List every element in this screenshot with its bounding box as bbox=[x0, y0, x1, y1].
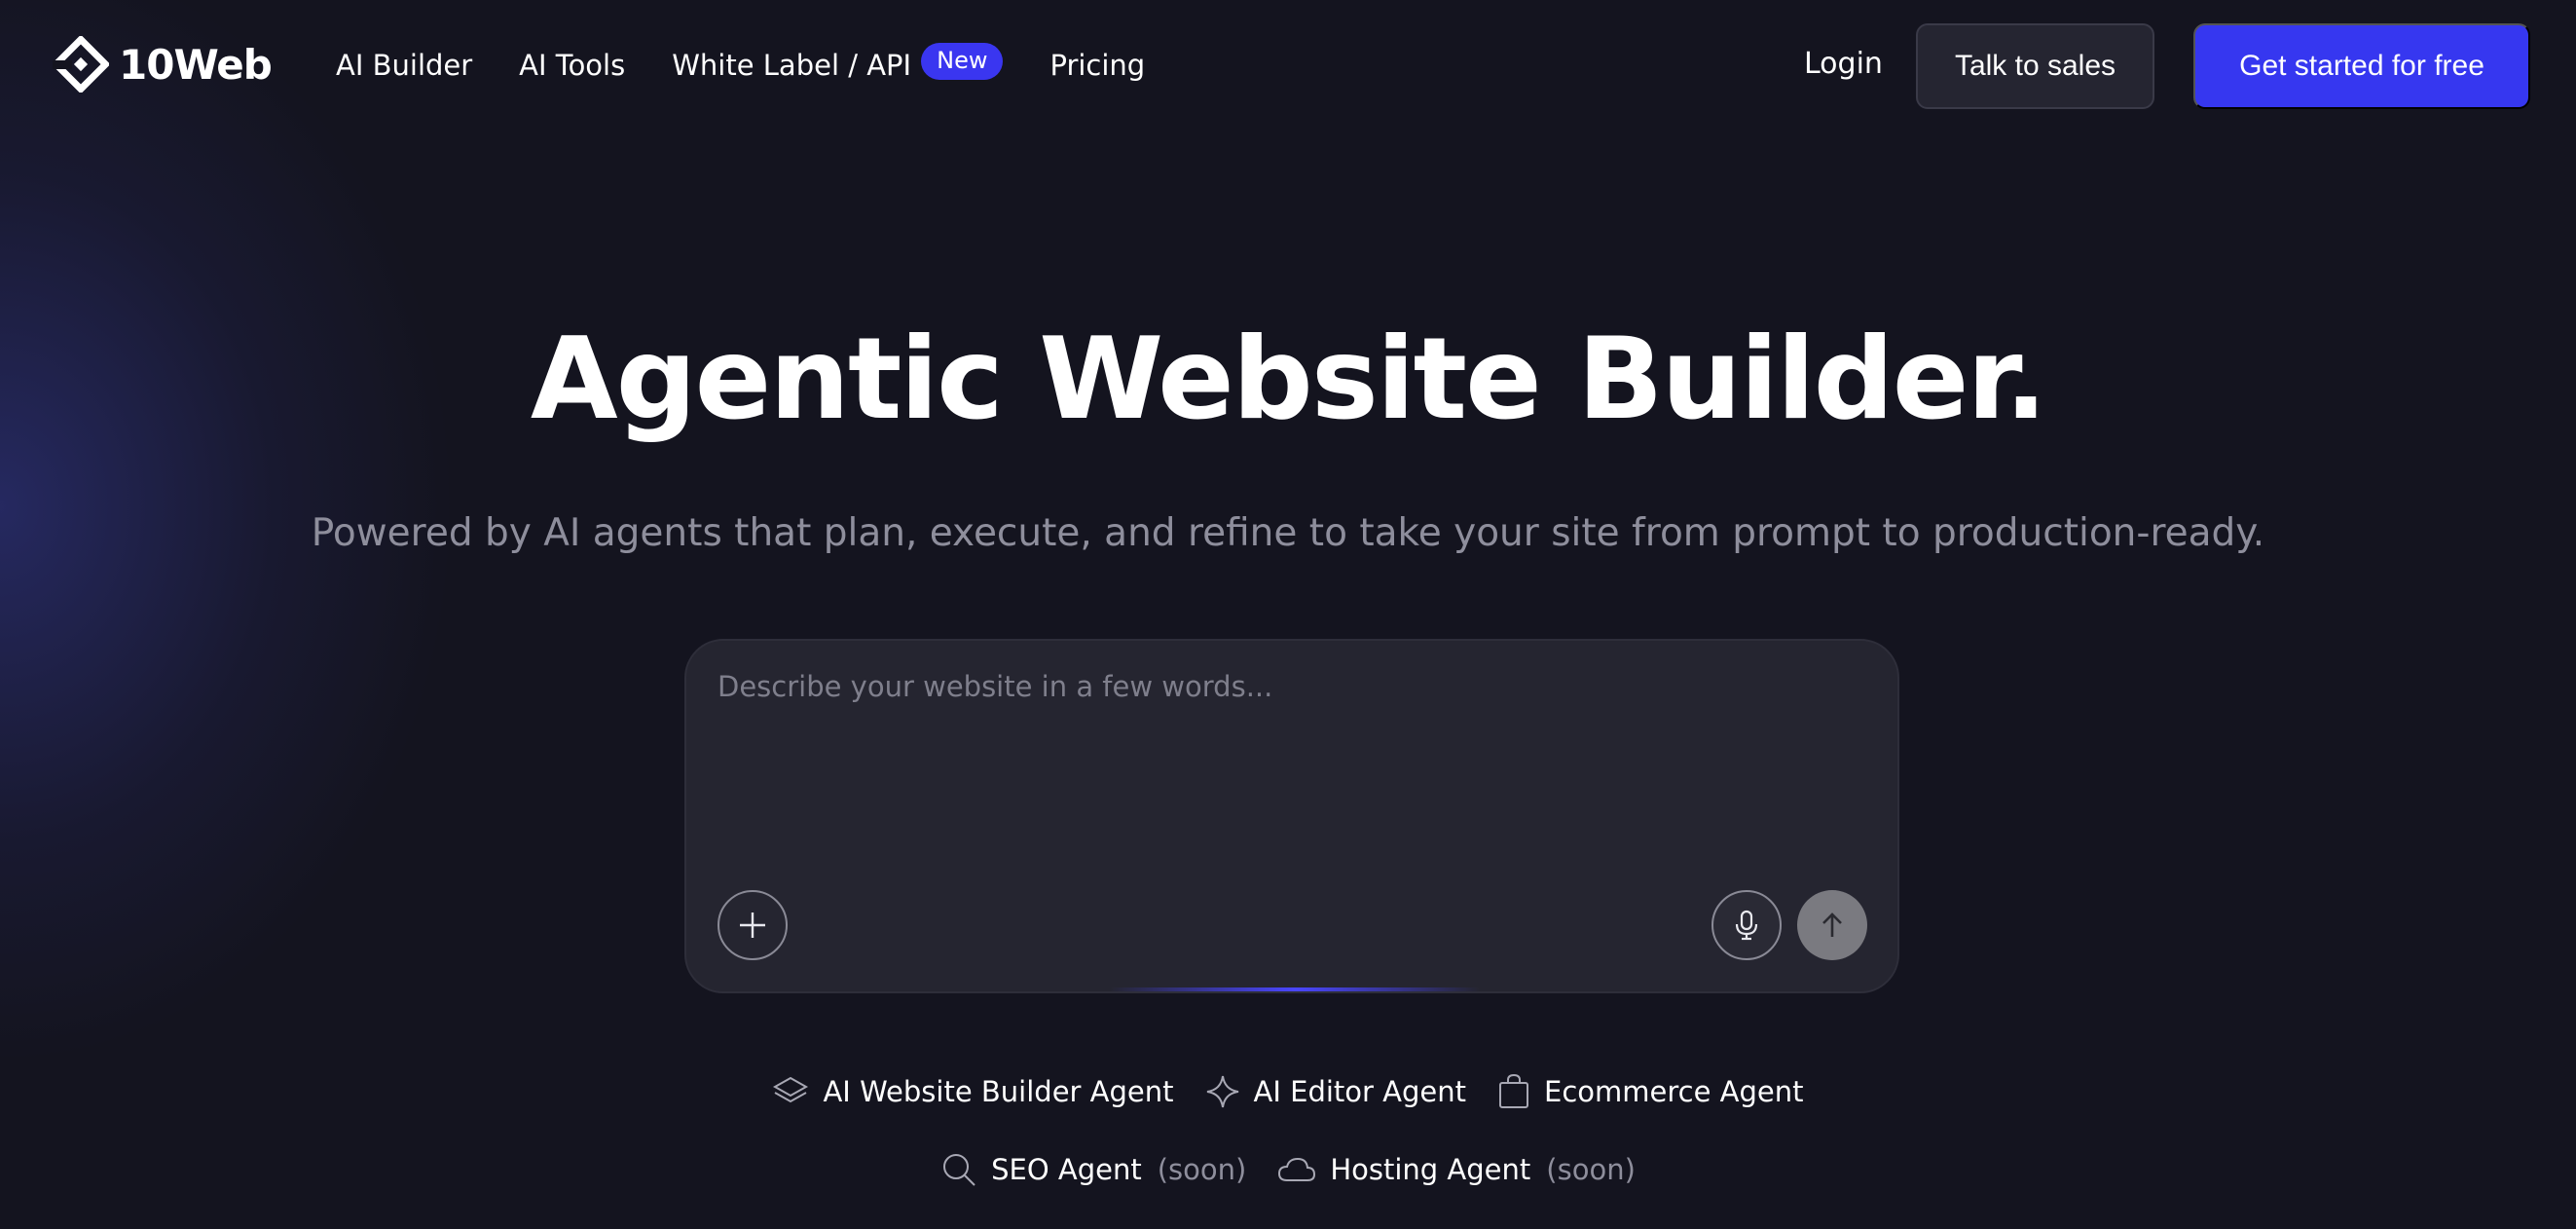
get-started-button[interactable]: Get started for free bbox=[2193, 23, 2530, 109]
nav-white-label-api[interactable]: White Label / API New bbox=[672, 43, 1004, 84]
nav-ai-tools[interactable]: AI Tools bbox=[519, 49, 625, 82]
cloud-icon bbox=[1278, 1157, 1316, 1181]
nav-label: AI Builder bbox=[336, 49, 473, 82]
agent-seo[interactable]: SEO Agent (soon) bbox=[940, 1151, 1246, 1188]
talk-to-sales-button[interactable]: Talk to sales bbox=[1916, 23, 2154, 109]
nav-label: AI Tools bbox=[519, 49, 626, 82]
nav-label: Pricing bbox=[1049, 49, 1146, 82]
brand-logo[interactable]: 10Web bbox=[53, 35, 273, 93]
agent-editor[interactable]: AI Editor Agent bbox=[1205, 1074, 1467, 1109]
login-link[interactable]: Login bbox=[1804, 47, 1883, 81]
agent-label: Ecommerce Agent bbox=[1544, 1075, 1804, 1108]
website-description-input[interactable] bbox=[718, 670, 1866, 826]
sparkle-icon bbox=[1206, 1075, 1238, 1108]
agent-label: AI Website Builder Agent bbox=[823, 1075, 1174, 1108]
agent-label: SEO Agent bbox=[991, 1153, 1142, 1186]
shopping-bag-icon bbox=[1499, 1073, 1529, 1108]
10web-logo-icon bbox=[53, 36, 109, 93]
agent-label: Hosting Agent bbox=[1330, 1153, 1531, 1186]
new-badge: New bbox=[921, 43, 1004, 80]
hero-subtitle: Powered by AI agents that plan, execute,… bbox=[311, 511, 2265, 555]
site-header: 10Web AI Builder AI Tools White Label / … bbox=[0, 0, 2576, 131]
nav-pricing[interactable]: Pricing bbox=[1049, 49, 1145, 82]
agent-label: AI Editor Agent bbox=[1253, 1075, 1467, 1108]
coming-soon-label: (soon) bbox=[1157, 1153, 1247, 1186]
hero-title: Agentic Website Builder. bbox=[530, 314, 2047, 445]
microphone-icon bbox=[1735, 910, 1758, 941]
prompt-glow-accent bbox=[1110, 987, 1480, 991]
agent-hosting[interactable]: Hosting Agent (soon) bbox=[1277, 1153, 1636, 1186]
arrow-up-icon bbox=[1822, 912, 1842, 937]
add-attachment-button[interactable] bbox=[718, 890, 788, 960]
main-nav: AI Builder AI Tools White Label / API Ne… bbox=[336, 41, 1192, 90]
search-icon bbox=[943, 1154, 975, 1186]
nav-label: White Label / API bbox=[672, 49, 912, 82]
agent-ecommerce[interactable]: Ecommerce Agent bbox=[1497, 1073, 1804, 1110]
agents-row-primary: AI Website Builder Agent AI Editor Agent… bbox=[0, 1067, 2576, 1116]
submit-prompt-button[interactable] bbox=[1797, 890, 1867, 960]
agents-row-upcoming: SEO Agent (soon) Hosting Agent (soon) bbox=[0, 1145, 2576, 1194]
prompt-box bbox=[684, 639, 1899, 993]
nav-ai-builder[interactable]: AI Builder bbox=[336, 49, 472, 82]
coming-soon-label: (soon) bbox=[1546, 1153, 1636, 1186]
agent-website-builder[interactable]: AI Website Builder Agent bbox=[772, 1074, 1174, 1109]
brand-name: 10Web bbox=[119, 40, 273, 89]
plus-icon bbox=[740, 912, 765, 938]
voice-input-button[interactable] bbox=[1711, 890, 1782, 960]
layers-icon bbox=[773, 1076, 809, 1103]
